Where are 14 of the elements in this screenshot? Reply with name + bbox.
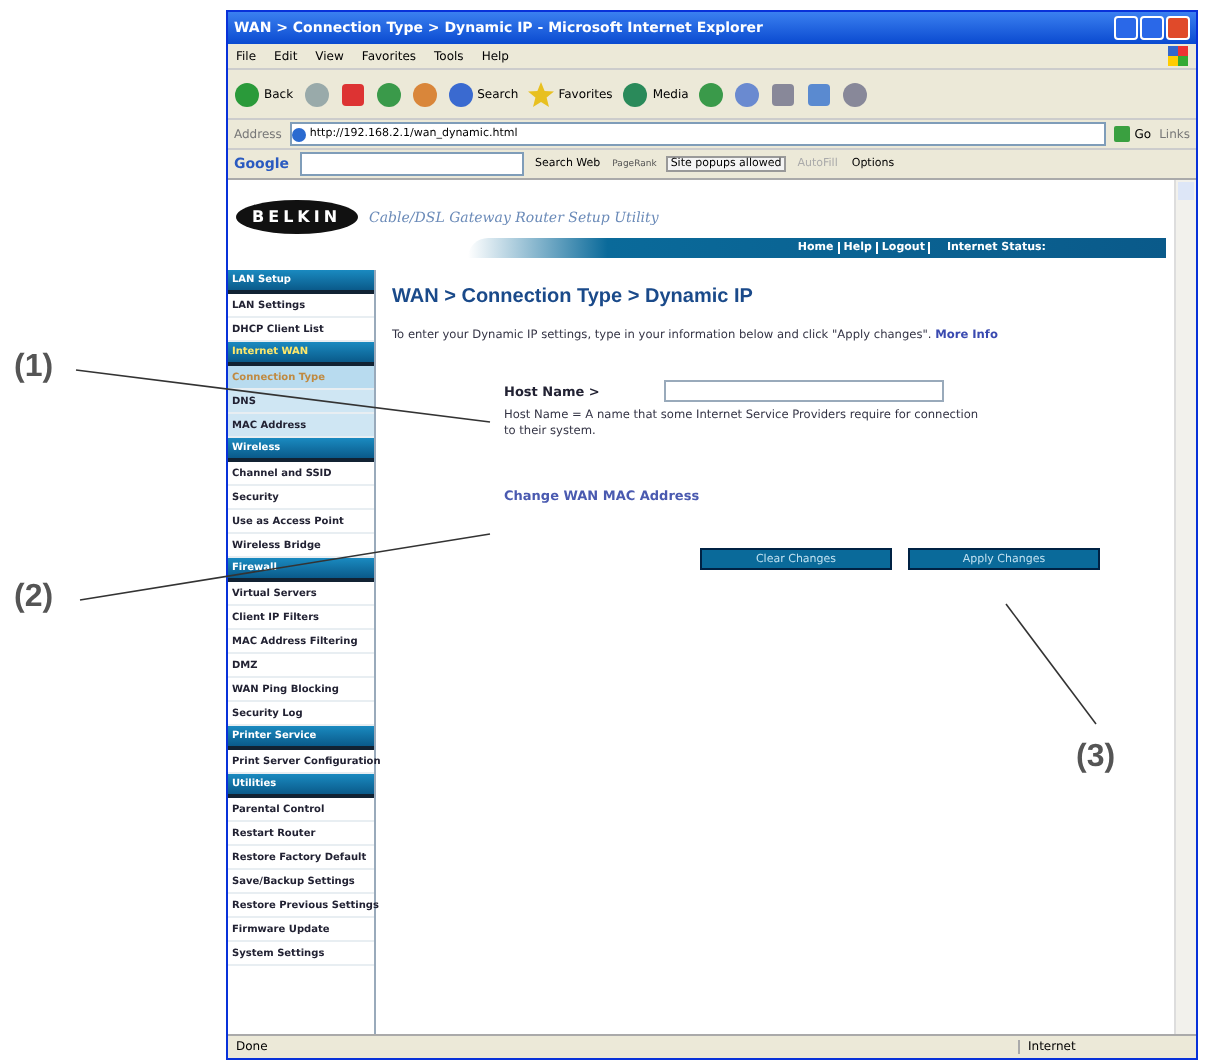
belkin-logo: BELKIN xyxy=(236,200,358,234)
minimize-button[interactable] xyxy=(1114,16,1138,40)
star-icon xyxy=(528,81,555,107)
callout-label: (1) xyxy=(14,350,54,386)
close-button[interactable] xyxy=(1166,16,1190,40)
callout-label: (3) xyxy=(1076,740,1116,776)
scrollbar[interactable] xyxy=(1174,180,1196,1034)
host-name-field[interactable] xyxy=(663,380,944,403)
search-field[interactable] xyxy=(299,152,524,176)
page-heading: WAN > Connection Type > Dynamic IP xyxy=(392,286,755,308)
callout-label: (2) xyxy=(14,580,54,616)
maximize-button[interactable] xyxy=(1140,16,1164,40)
leader-line xyxy=(1005,603,1097,725)
windows-logo-icon xyxy=(1168,46,1188,66)
